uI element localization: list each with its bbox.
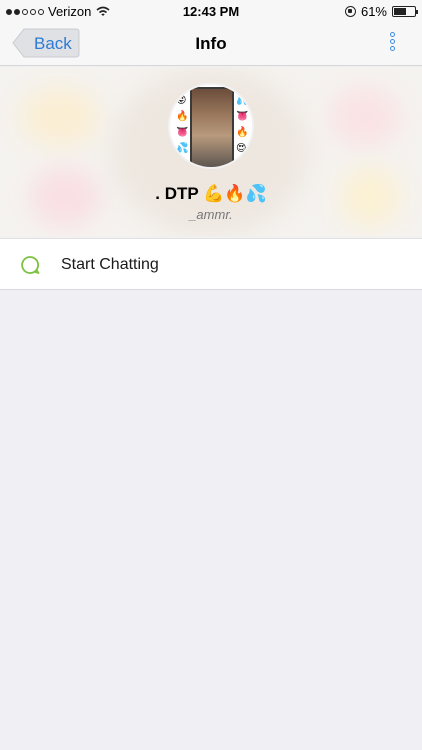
- dot: [389, 39, 395, 44]
- status-bar: Verizon 12:43 PM 61%: [0, 0, 422, 22]
- avatar-frame: [190, 87, 234, 167]
- emoji-decoration: 🔥: [236, 127, 249, 138]
- profile-name-row: . DTP 💪🔥💦: [0, 184, 422, 204]
- start-chatting-label: Start Chatting: [61, 256, 159, 273]
- avatar[interactable]: 😝 🔥 👅 💦 💦 👅 🔥 😍: [168, 83, 254, 169]
- profile-name: . DTP: [155, 184, 199, 203]
- chat-bubble-icon: [21, 256, 40, 274]
- vertical-dots-icon[interactable]: [386, 32, 398, 56]
- page-title: Info: [195, 34, 227, 53]
- emoji-decoration: 😝: [176, 95, 187, 106]
- battery-fill: [394, 8, 406, 15]
- emoji-decoration: 👅: [236, 111, 249, 122]
- emoji-decoration: 😍: [236, 143, 247, 154]
- dot: [389, 32, 395, 37]
- profile-header: 😝 🔥 👅 💦 💦 👅 🔥 😍 . DTP 💪🔥💦 _ammr.: [0, 67, 422, 237]
- status-right: 61%: [344, 4, 418, 19]
- battery-percent: 61%: [360, 4, 387, 19]
- emoji-decoration: 👅: [176, 127, 189, 138]
- emoji-decoration: 🔥: [176, 111, 189, 122]
- profile-name-emojis: 💪🔥💦: [203, 184, 267, 203]
- emoji-decoration: 💦: [236, 95, 249, 106]
- dot: [389, 46, 395, 51]
- navigation-bar: Back Info: [0, 22, 422, 66]
- rotation-lock-icon: [344, 6, 356, 17]
- battery-icon: [392, 6, 418, 17]
- start-chatting-button[interactable]: Start Chatting: [0, 238, 422, 290]
- emoji-decoration: 💦: [176, 143, 189, 154]
- profile-username: _ammr.: [189, 207, 233, 222]
